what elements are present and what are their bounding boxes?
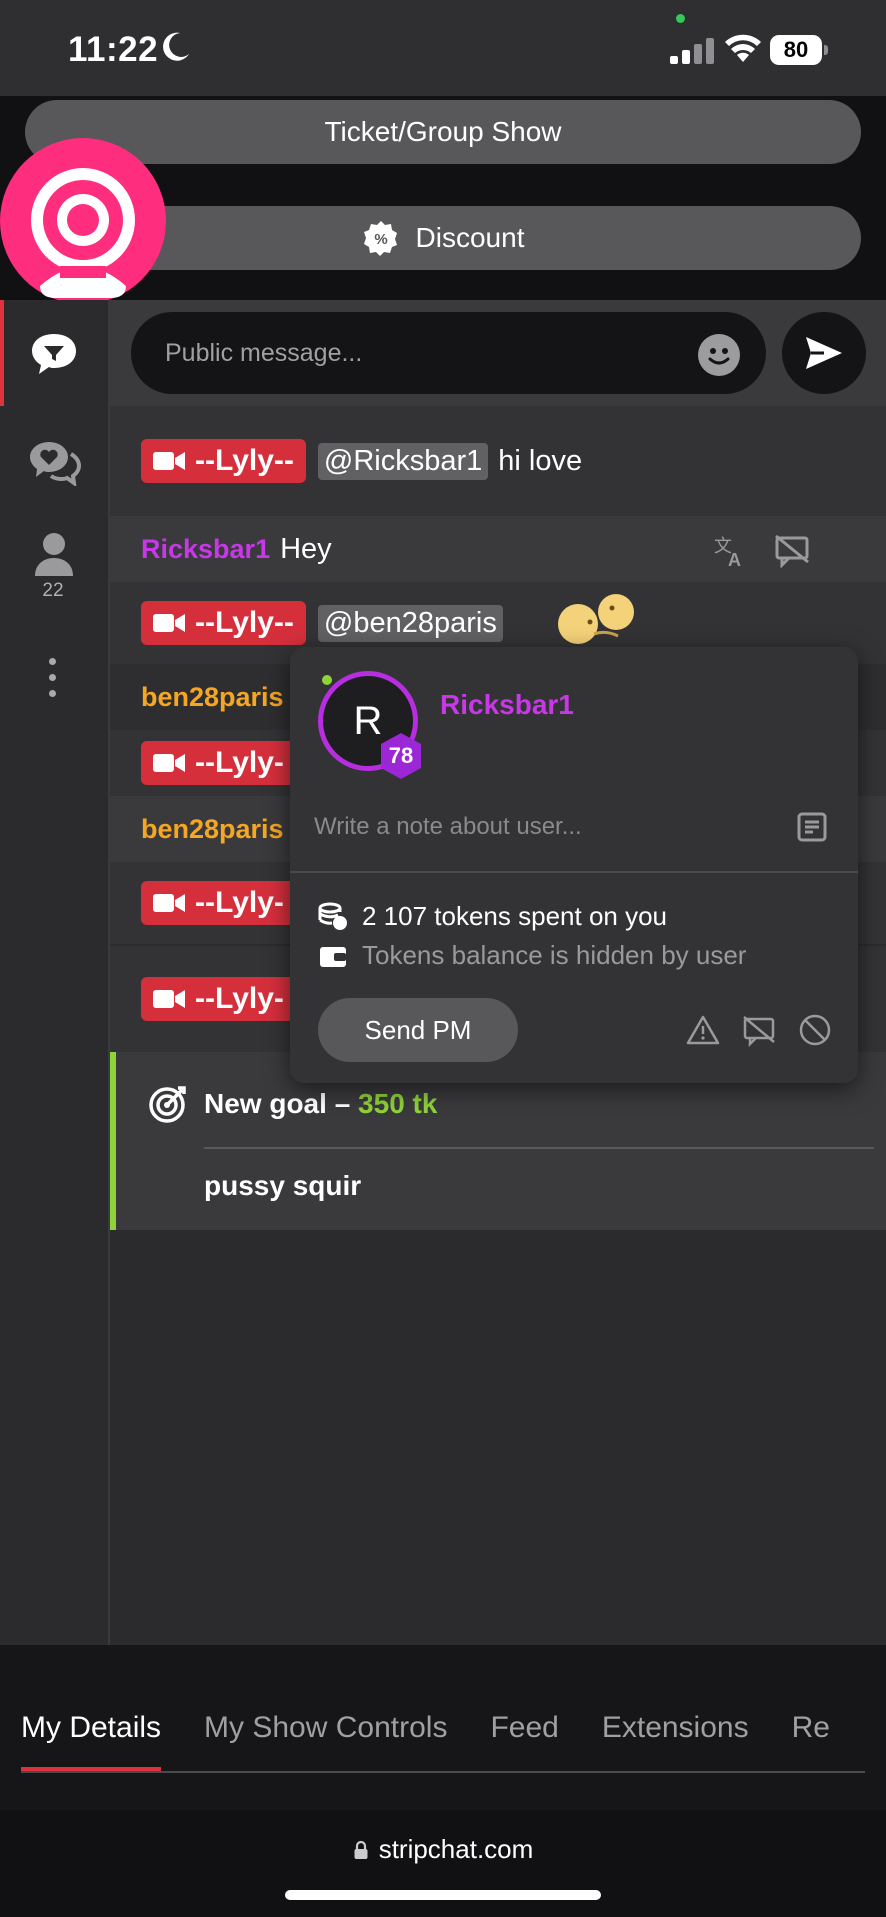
discount-icon-text: % [374,231,387,248]
url-display[interactable]: stripchat.com [0,1834,886,1865]
message-text: hi love [498,444,583,477]
goal-title-label: New goal – [204,1088,351,1119]
note-icon[interactable] [796,811,828,843]
send-icon [806,337,842,369]
chat-message-row: Ricksbar1 Hey 文 A [110,516,886,582]
model-name: --Lyly- [195,982,284,1015]
tokens-balance-text: Tokens balance is hidden by user [362,940,747,970]
message-text: Hey [280,532,332,565]
user-info-popup: R 78 Ricksbar1 2 107 tokens spent on you… [290,647,858,1083]
tokens-spent-row: 2 107 tokens spent on you [318,901,667,932]
model-badge[interactable]: --Lyly- [141,977,296,1021]
goal-amount: 350 tk [358,1088,438,1119]
video-camera-icon [153,754,185,772]
rail-active-indicator [0,300,4,406]
bottom-tab-bar: My Details My Show Controls Feed Extensi… [0,1700,886,1772]
mention-tag[interactable]: @Ricksbar1 [317,442,489,480]
private-chat-heart-icon[interactable] [27,438,81,486]
svg-text:A: A [728,550,741,568]
send-button[interactable] [782,312,866,394]
tab-feed[interactable]: Feed [490,1700,558,1772]
lock-icon [354,1840,368,1859]
tab-my-details[interactable]: My Details [21,1700,162,1772]
goal-description: pussy squir [204,1170,362,1201]
model-badge[interactable]: --Lyly-- [141,601,306,645]
model-name: --Lyly-- [195,444,294,477]
video-camera-icon [153,894,185,912]
ban-user-icon[interactable] [798,1013,832,1047]
popup-username[interactable]: Ricksbar1 [440,689,574,721]
model-badge[interactable]: --Lyly-- [141,439,306,483]
url-text: stripchat.com [378,1834,534,1864]
chat-username[interactable]: ben28paris [141,682,284,713]
viewers-count: 22 [42,580,64,601]
status-time: 11:22 [68,30,159,69]
webcam-logo-icon[interactable] [0,138,166,304]
mic-indicator-dot [676,14,685,23]
hide-message-icon[interactable] [774,532,810,568]
video-camera-icon [153,452,185,470]
video-camera-icon [153,614,185,632]
goal-title: New goal – 350 tk [204,1088,437,1120]
translate-icon[interactable]: 文 A [712,532,748,568]
wallet-icon [320,946,346,967]
status-bar: 11:22 80 [0,0,886,96]
goal-divider [204,1147,874,1149]
online-indicator [322,675,332,685]
model-badge[interactable]: --Lyly- [141,881,296,925]
battery-icon: 80 [770,35,828,65]
tab-more-truncated[interactable]: Re [792,1700,830,1772]
popup-actions [686,1013,832,1047]
coins-icon [318,902,347,930]
left-rail [0,300,110,1645]
popup-divider [290,871,858,873]
emoji-icon[interactable] [698,334,740,376]
battery-level: 80 [770,35,822,65]
chat-message-row: --Lyly-- @Ricksbar1 hi love [110,406,886,516]
public-chat-icon[interactable] [27,330,81,378]
report-warning-icon[interactable] [686,1013,720,1047]
user-icon[interactable] [27,530,81,578]
wifi-icon [725,34,761,62]
tab-extensions[interactable]: Extensions [602,1700,749,1772]
discount-label: Discount [415,222,525,253]
moon-icon [163,32,189,61]
discount-icon: % [363,221,397,256]
message-tools: 文 A [712,532,810,568]
mute-chat-icon[interactable] [742,1013,776,1047]
mention-tag[interactable]: @ben28paris [317,604,503,642]
video-camera-icon [153,990,185,1008]
public-message-input[interactable] [131,312,766,394]
tab-my-show-controls[interactable]: My Show Controls [204,1700,447,1772]
model-name: --Lyly-- [195,606,294,639]
user-note-input[interactable] [314,807,794,847]
cellular-signal-icon [670,38,714,64]
tab-divider [21,1771,865,1773]
level-value: 78 [388,743,414,768]
kiss-emoji-icon [558,594,634,644]
more-options-icon[interactable] [49,658,57,706]
model-name: --Lyly- [195,886,284,919]
tokens-balance-row: Tokens balance is hidden by user [318,940,746,971]
chat-username[interactable]: ben28paris [141,814,284,845]
target-icon [149,1086,186,1123]
home-indicator[interactable] [285,1890,601,1900]
ticket-group-show-label: Ticket/Group Show [324,116,562,147]
model-name: --Lyly- [195,746,284,779]
send-pm-button[interactable]: Send PM [318,998,518,1062]
chat-username[interactable]: Ricksbar1 [141,534,270,565]
tokens-spent-text: 2 107 tokens spent on you [362,901,668,931]
model-badge[interactable]: --Lyly- [141,741,296,785]
